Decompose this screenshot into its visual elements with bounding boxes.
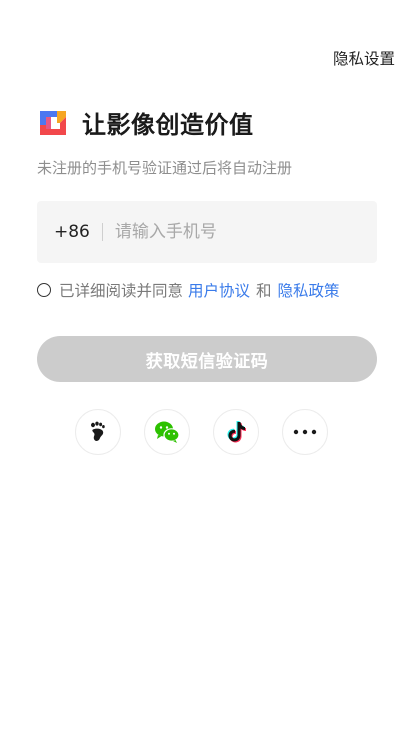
wechat-login-button[interactable]	[144, 409, 190, 455]
page-headline: 让影像创造价值	[82, 111, 254, 139]
agreement-row: 已详细阅读并同意 用户协议 和 隐私政策	[37, 279, 340, 301]
user-agreement-link[interactable]: 用户协议	[188, 279, 250, 301]
privacy-settings-link[interactable]: 隐私设置	[333, 47, 395, 69]
footprint-icon	[86, 420, 110, 444]
divider	[101, 223, 103, 241]
footprint-login-button[interactable]	[75, 409, 121, 455]
agreement-prefix: 已详细阅读并同意	[59, 282, 184, 300]
brand-row: 让影像创造价值	[37, 105, 254, 140]
country-code-selector[interactable]: +86	[54, 222, 90, 242]
privacy-policy-link[interactable]: 隐私政策	[278, 279, 340, 301]
agreement-connector: 和	[256, 282, 272, 300]
douyin-login-button[interactable]	[213, 409, 259, 455]
agreement-checkbox[interactable]	[37, 283, 51, 297]
douyin-icon	[224, 420, 248, 444]
more-icon	[293, 429, 317, 435]
register-hint: 未注册的手机号验证通过后将自动注册	[37, 159, 293, 177]
app-logo-icon	[37, 107, 69, 139]
phone-number-input[interactable]	[114, 222, 345, 242]
social-login-row	[75, 409, 328, 455]
get-sms-code-button[interactable]: 获取短信验证码	[37, 336, 377, 382]
wechat-icon	[154, 420, 180, 444]
phone-input-box: +86	[37, 201, 377, 263]
more-login-button[interactable]	[282, 409, 328, 455]
